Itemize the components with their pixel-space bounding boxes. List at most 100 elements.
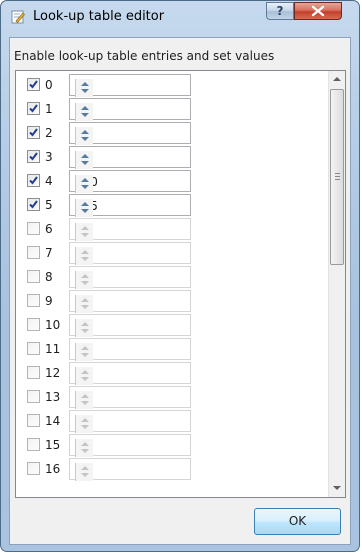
checkmark-icon [29, 200, 38, 209]
spin-buttons[interactable] [75, 103, 93, 121]
entry-index: 3 [45, 150, 53, 164]
value-spinbox[interactable]: 255 [69, 194, 191, 217]
value-spinbox[interactable]: 40 [69, 122, 191, 145]
entry-index: 15 [45, 438, 61, 452]
enable-checkbox[interactable] [27, 198, 40, 211]
checkmark-icon [29, 152, 38, 161]
vertical-scrollbar[interactable] [328, 71, 345, 497]
enable-checkbox[interactable] [27, 174, 40, 187]
spin-up-arrow-icon[interactable] [81, 82, 89, 86]
entry-index: 1 [45, 102, 53, 116]
lut-entry-row: 14 0 [16, 409, 329, 433]
scrollbar-thumb[interactable] [330, 89, 344, 265]
lut-entry-row: 15 0 [16, 433, 329, 457]
dialog-body: Enable look-up table entries and set val… [9, 37, 351, 545]
spin-buttons[interactable] [75, 79, 93, 97]
lut-editor-window: Look-up table editor ? Enable look-up ta… [0, 0, 360, 552]
entry-index: 10 [45, 318, 61, 332]
scroll-up-arrow-icon[interactable] [329, 71, 345, 88]
lut-entry-row: 5 255 [16, 193, 329, 217]
spin-up-arrow-icon[interactable] [81, 130, 89, 134]
checkmark-icon [29, 104, 38, 113]
value-spinbox[interactable]: 10 [69, 98, 191, 121]
help-button[interactable]: ? [266, 2, 294, 20]
spin-up-arrow-icon[interactable] [81, 154, 89, 158]
lut-entry-row: 70 [16, 241, 329, 265]
enable-checkbox[interactable] [27, 126, 40, 139]
enable-checkbox[interactable] [27, 390, 40, 403]
spin-up-arrow-icon[interactable] [81, 106, 89, 110]
enable-checkbox[interactable] [27, 318, 40, 331]
entry-index: 7 [45, 246, 53, 260]
enable-checkbox[interactable] [27, 78, 40, 91]
spin-buttons [75, 391, 93, 409]
spin-up-arrow-icon [81, 418, 89, 422]
enable-checkbox[interactable] [27, 438, 40, 451]
entry-index: 12 [45, 366, 61, 380]
scroll-down-arrow-icon[interactable] [329, 480, 345, 497]
enable-checkbox[interactable] [27, 366, 40, 379]
value-spinbox[interactable]: 1 [69, 74, 191, 97]
enable-checkbox[interactable] [27, 150, 40, 163]
spin-buttons [75, 415, 93, 433]
lut-entry-row: 12 0 [16, 361, 329, 385]
spin-buttons[interactable] [75, 127, 93, 145]
spin-buttons[interactable] [75, 199, 93, 217]
spin-down-arrow-icon [81, 449, 89, 453]
enable-checkbox[interactable] [27, 102, 40, 115]
spin-down-arrow-icon[interactable] [81, 185, 89, 189]
spin-up-arrow-icon[interactable] [81, 202, 89, 206]
entry-index: 13 [45, 390, 61, 404]
window-title: Look-up table editor [33, 9, 165, 24]
enable-checkbox[interactable] [27, 294, 40, 307]
close-button[interactable] [294, 2, 342, 20]
entry-index: 4 [45, 174, 53, 188]
title-bar[interactable]: Look-up table editor ? [1, 1, 359, 31]
enable-checkbox[interactable] [27, 222, 40, 235]
enable-checkbox[interactable] [27, 246, 40, 259]
entry-index: 14 [45, 414, 61, 428]
spin-buttons [75, 367, 93, 385]
spin-up-arrow-icon [81, 394, 89, 398]
spin-down-arrow-icon[interactable] [81, 89, 89, 93]
ok-button[interactable]: OK [254, 508, 341, 535]
value-spinbox: 0 [69, 338, 191, 361]
spin-down-arrow-icon [81, 281, 89, 285]
instructions-label: Enable look-up table entries and set val… [14, 49, 275, 63]
lut-entry-row: 13 0 [16, 385, 329, 409]
value-spinbox[interactable]: 180 [69, 170, 191, 193]
enable-checkbox[interactable] [27, 270, 40, 283]
spin-up-arrow-icon [81, 442, 89, 446]
spin-up-arrow-icon[interactable] [81, 178, 89, 182]
spin-down-arrow-icon[interactable] [81, 209, 89, 213]
enable-checkbox[interactable] [27, 414, 40, 427]
lut-entry-row: 11 0 [16, 337, 329, 361]
value-spinbox: 0 [69, 362, 191, 385]
spin-buttons[interactable] [75, 151, 93, 169]
spin-down-arrow-icon [81, 233, 89, 237]
spin-down-arrow-icon[interactable] [81, 161, 89, 165]
enable-checkbox[interactable] [27, 462, 40, 475]
spin-buttons [75, 439, 93, 457]
spin-down-arrow-icon [81, 305, 89, 309]
checkmark-icon [29, 80, 38, 89]
lut-entry-row: 01 [16, 73, 329, 97]
lut-entry-row: 60 [16, 217, 329, 241]
spin-down-arrow-icon[interactable] [81, 137, 89, 141]
spin-buttons[interactable] [75, 175, 93, 193]
spin-up-arrow-icon [81, 346, 89, 350]
value-spinbox: 0 [69, 314, 191, 337]
lut-entry-row: 2 40 [16, 121, 329, 145]
entry-index: 5 [45, 198, 53, 212]
spin-buttons [75, 319, 93, 337]
spin-up-arrow-icon [81, 322, 89, 326]
value-spinbox: 0 [69, 290, 191, 313]
value-spinbox[interactable]: 90 [69, 146, 191, 169]
spin-buttons [75, 247, 93, 265]
entry-index: 8 [45, 270, 53, 284]
enable-checkbox[interactable] [27, 342, 40, 355]
spin-buttons [75, 271, 93, 289]
spin-down-arrow-icon[interactable] [81, 113, 89, 117]
spin-up-arrow-icon [81, 226, 89, 230]
lut-entries-list: 0111024039041805255607080901001101201301… [15, 70, 346, 498]
